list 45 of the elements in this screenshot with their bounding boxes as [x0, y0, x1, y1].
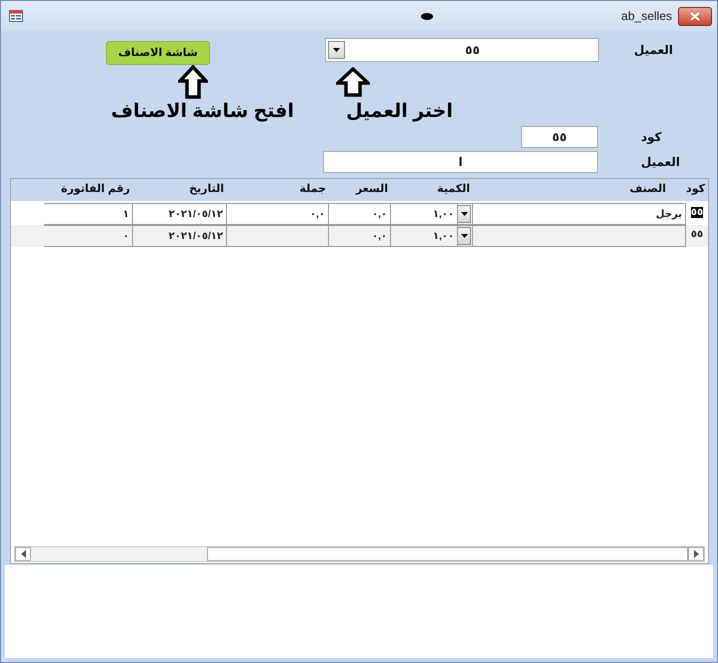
open-items-hint: افتح شاشة الاصناف [111, 100, 294, 124]
dropdown-button[interactable] [458, 227, 471, 245]
choose-customer-hint: اختر العميل [346, 100, 453, 124]
form-icon [9, 10, 23, 22]
price-cell: ٠,٠ [329, 203, 391, 225]
scroll-right-icon [694, 550, 698, 558]
column-header: رقم الفاتورة [60, 182, 131, 197]
column-header: جملة [298, 182, 327, 197]
item-cell: برجل [473, 203, 686, 225]
customer-name-label: العميل [641, 154, 680, 171]
customer-combo[interactable]: ٥٥ [325, 38, 599, 62]
customer-label: العميل [634, 42, 674, 59]
column-header: كود [686, 182, 706, 197]
close-icon [690, 12, 700, 20]
code-field[interactable]: ٥٥ [521, 126, 598, 148]
up-arrow-icon [336, 67, 370, 97]
customer-name-field[interactable]: ا [323, 151, 598, 173]
column-header: الصنف [628, 182, 667, 197]
column-header: الكمية [436, 182, 471, 197]
table-row[interactable]: ٥٥ ١,٠٠ ٠,٠ ٢٠٢١/٠٥/١٢ ٠ [11, 225, 708, 247]
up-arrow-icon [178, 65, 208, 99]
column-header: التاريخ [188, 182, 225, 197]
date-cell: ٢٠٢١/٠٥/١٢ [133, 203, 227, 225]
horizontal-scrollbar[interactable] [14, 546, 705, 562]
dropdown-button[interactable] [458, 205, 471, 223]
total-cell: ٠,٠ [227, 203, 329, 225]
dropdown-icon [460, 234, 468, 238]
dropdown-icon [460, 212, 468, 216]
date-cell: ٢٠٢١/٠٥/١٢ [133, 225, 227, 247]
table-row[interactable]: ٥٥ برجل ١,٠٠ ٠,٠ ٠,٠ ٢٠٢١/٠٥/١٢ ١ [11, 203, 708, 225]
quantity-cell: ١,٠٠ [391, 203, 458, 225]
column-header: السعر [354, 182, 389, 197]
quantity-cell: ١,٠٠ [391, 225, 458, 247]
code-cell-text: ٥٥ [690, 206, 704, 220]
window-title: ab_selles [621, 8, 672, 25]
scroll-left-icon [20, 550, 26, 558]
invoice-number-cell: ١ [44, 203, 133, 225]
invoice-number-cell: ٠ [44, 225, 133, 247]
items-screen-button[interactable]: شاشة الاصناف [106, 41, 210, 65]
code-label: كود [641, 129, 662, 146]
close-button[interactable] [678, 6, 712, 26]
code-cell-text: ٥٥ [690, 228, 704, 242]
dropdown-icon [333, 48, 340, 52]
redaction-mark [421, 12, 433, 20]
price-cell: ٠,٠ [329, 225, 391, 247]
